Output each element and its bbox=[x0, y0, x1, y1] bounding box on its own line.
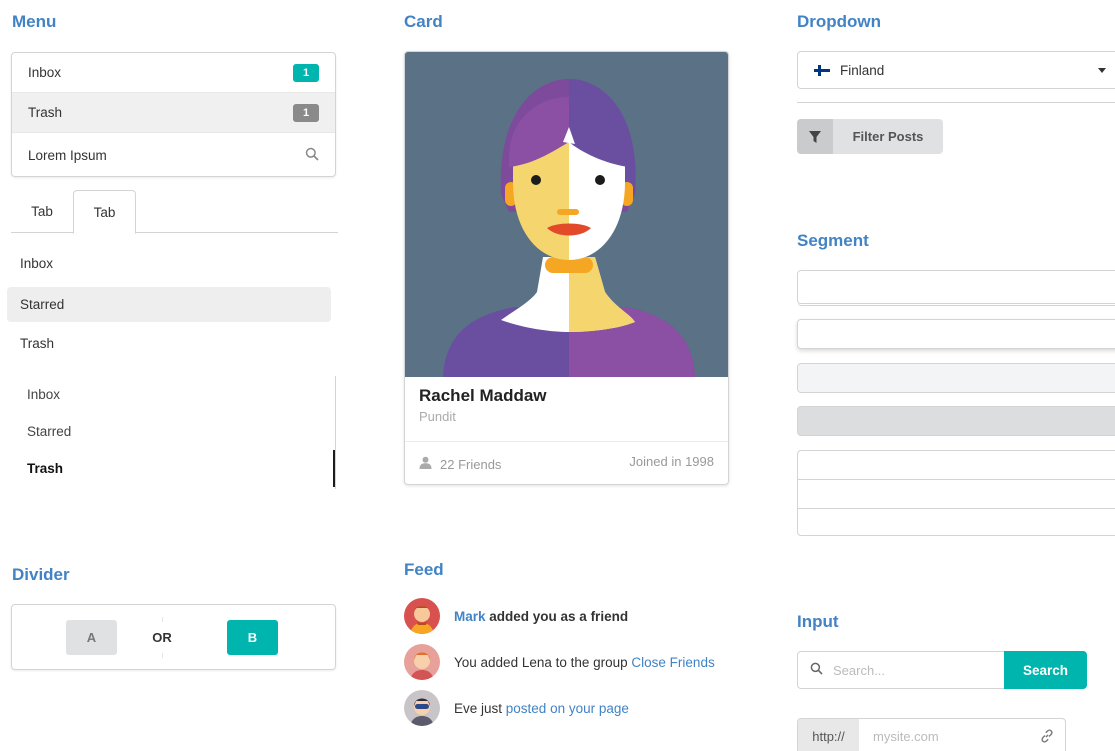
user-icon bbox=[419, 456, 432, 472]
card-name[interactable]: Rachel Maddaw bbox=[419, 386, 547, 406]
menu-item-inbox[interactable]: Inbox 1 bbox=[12, 53, 335, 93]
feed-group-link[interactable]: Close Friends bbox=[631, 655, 714, 670]
finland-flag-icon bbox=[814, 64, 830, 76]
search-icon bbox=[810, 662, 823, 678]
segment-group bbox=[797, 450, 1115, 536]
filter-posts-label: Filter Posts bbox=[852, 129, 924, 144]
feed-summary: Eve just posted on your page bbox=[454, 701, 629, 716]
segment-separator bbox=[798, 508, 1115, 509]
piled-segment bbox=[797, 270, 1115, 304]
card-meta: Pundit bbox=[419, 409, 456, 424]
caret-down-icon bbox=[1098, 68, 1106, 73]
divider-line-bottom bbox=[162, 653, 163, 658]
feed-event: Mark added you as a friend bbox=[404, 597, 734, 635]
search-button[interactable]: Search bbox=[1004, 651, 1087, 689]
feed-summary: Mark added you as a friend bbox=[454, 609, 628, 624]
filter-posts-button[interactable]: Filter Posts bbox=[797, 119, 943, 154]
card-friends[interactable]: 22 Friends bbox=[419, 456, 501, 472]
link-icon bbox=[1029, 729, 1065, 743]
trash-count-badge: 1 bbox=[293, 103, 319, 122]
segment-separator bbox=[798, 479, 1115, 480]
card-joined-date: Joined in 1998 bbox=[629, 454, 714, 469]
tertiary-segment bbox=[797, 406, 1115, 436]
feed-event: You added Lena to the group Close Friend… bbox=[404, 643, 734, 681]
plain-menu-item-trash[interactable]: Trash bbox=[7, 326, 331, 361]
tabular-menu-item-trash[interactable]: Trash bbox=[11, 450, 335, 487]
search-placeholder: Search... bbox=[833, 662, 886, 678]
avatar-lena[interactable] bbox=[404, 644, 440, 680]
filter-icon bbox=[797, 119, 833, 154]
feed-summary-text: added you as a friend bbox=[489, 608, 629, 624]
dropdown-divider-line bbox=[797, 102, 1115, 103]
url-prefix-label: http:// bbox=[798, 719, 859, 751]
tabular-menu-item-starred[interactable]: Starred bbox=[11, 413, 335, 450]
profile-card[interactable]: Rachel Maddaw Pundit 22 Friends Joined i… bbox=[404, 51, 729, 485]
feed-event: Eve just posted on your page bbox=[404, 689, 734, 727]
tabular-menu: Inbox Starred Trash bbox=[11, 376, 336, 489]
avatar-mark[interactable] bbox=[404, 598, 440, 634]
dropdown-selected-value: Finland bbox=[840, 62, 885, 78]
menu-item-label: Trash bbox=[28, 105, 63, 120]
input-section-title: Input bbox=[797, 612, 839, 631]
dropdown-section-title: Dropdown bbox=[797, 12, 882, 31]
feed-summary: You added Lena to the group Close Friend… bbox=[454, 655, 715, 670]
menu-search-placeholder: Lorem Ipsum bbox=[28, 148, 107, 163]
vertical-menu: Inbox 1 Trash 1 Lorem Ipsum bbox=[11, 52, 336, 177]
country-dropdown[interactable]: Finland bbox=[797, 51, 1115, 89]
divider-section-title: Divider bbox=[12, 565, 70, 584]
feed-user-link-mark[interactable]: Mark bbox=[454, 609, 486, 624]
inbox-count-badge: 1 bbox=[293, 63, 319, 82]
button-a[interactable]: A bbox=[66, 620, 117, 655]
feed-summary-text: You added Lena to the group bbox=[454, 654, 632, 670]
feed-section-title: Feed bbox=[404, 560, 444, 579]
tabular-menu-item-inbox[interactable]: Inbox bbox=[11, 376, 335, 413]
plain-menu-item-inbox[interactable]: Inbox bbox=[7, 246, 331, 281]
plain-menu-item-starred[interactable]: Starred bbox=[7, 287, 331, 322]
feed-summary-text: Eve just bbox=[454, 700, 506, 716]
url-input[interactable]: http:// mysite.com bbox=[797, 718, 1066, 751]
tab-2-active[interactable]: Tab bbox=[73, 190, 136, 234]
raised-segment bbox=[797, 319, 1115, 349]
menu-item-label: Inbox bbox=[28, 65, 62, 80]
url-placeholder: mysite.com bbox=[873, 728, 939, 744]
card-avatar-image bbox=[405, 52, 728, 377]
search-icon bbox=[305, 147, 319, 164]
friends-count: 22 Friends bbox=[440, 456, 502, 472]
menu-section-title: Menu bbox=[12, 12, 57, 31]
search-input[interactable]: Search... bbox=[797, 651, 1005, 689]
avatar-eve[interactable] bbox=[404, 690, 440, 726]
divider-box: A OR B bbox=[11, 604, 336, 670]
secondary-segment bbox=[797, 363, 1115, 393]
card-extra: 22 Friends Joined in 1998 bbox=[405, 441, 728, 484]
feed-post-link[interactable]: posted on your page bbox=[506, 701, 629, 716]
tab-1[interactable]: Tab bbox=[11, 190, 73, 233]
tab-bar: Tab Tab bbox=[11, 190, 338, 234]
segment-section-title: Segment bbox=[797, 231, 869, 250]
card-section-title: Card bbox=[404, 12, 443, 31]
or-divider: OR bbox=[152, 630, 172, 645]
menu-search-input[interactable]: Lorem Ipsum bbox=[12, 133, 335, 176]
menu-item-trash[interactable]: Trash 1 bbox=[12, 93, 335, 133]
button-b[interactable]: B bbox=[227, 620, 278, 655]
